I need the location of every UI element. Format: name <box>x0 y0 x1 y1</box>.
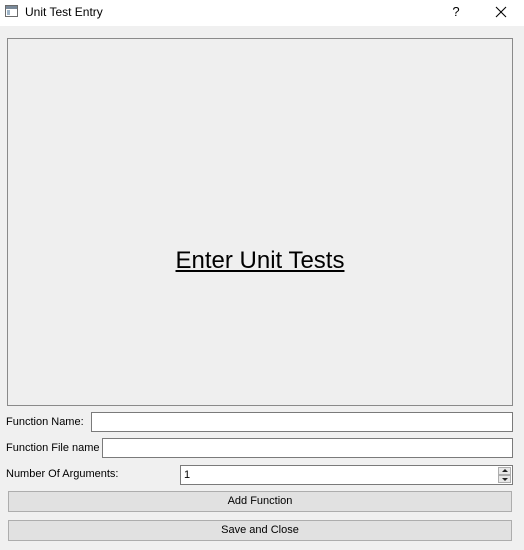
function-name-label: Function Name: <box>6 416 84 428</box>
spinbox-buttons <box>498 467 511 483</box>
number-of-arguments-label: Number Of Arguments: <box>6 468 119 480</box>
function-file-name-label: Function File name <box>6 442 100 454</box>
spin-up-arrow-icon[interactable] <box>498 467 511 475</box>
unit-test-entry-window: Unit Test Entry ? Enter Unit Tests Funct… <box>0 0 524 550</box>
question-mark-icon: ? <box>452 4 460 19</box>
spin-down-arrow-icon[interactable] <box>498 475 511 483</box>
close-icon <box>495 6 507 18</box>
page-title: Enter Unit Tests <box>175 247 345 274</box>
window-title: Unit Test Entry <box>25 5 103 19</box>
unit-tests-panel: Enter Unit Tests <box>7 38 513 406</box>
help-button[interactable]: ? <box>440 0 472 24</box>
number-of-arguments-spinbox[interactable]: 1 <box>180 465 513 485</box>
title-bar[interactable]: Unit Test Entry ? <box>0 0 524 26</box>
close-button[interactable] <box>484 0 518 24</box>
app-window-icon <box>5 5 18 17</box>
function-name-input[interactable] <box>91 412 513 432</box>
spinbox-value[interactable]: 1 <box>184 469 190 481</box>
function-file-name-input[interactable] <box>102 438 513 458</box>
save-and-close-button[interactable]: Save and Close <box>8 520 512 541</box>
add-function-button[interactable]: Add Function <box>8 491 512 512</box>
